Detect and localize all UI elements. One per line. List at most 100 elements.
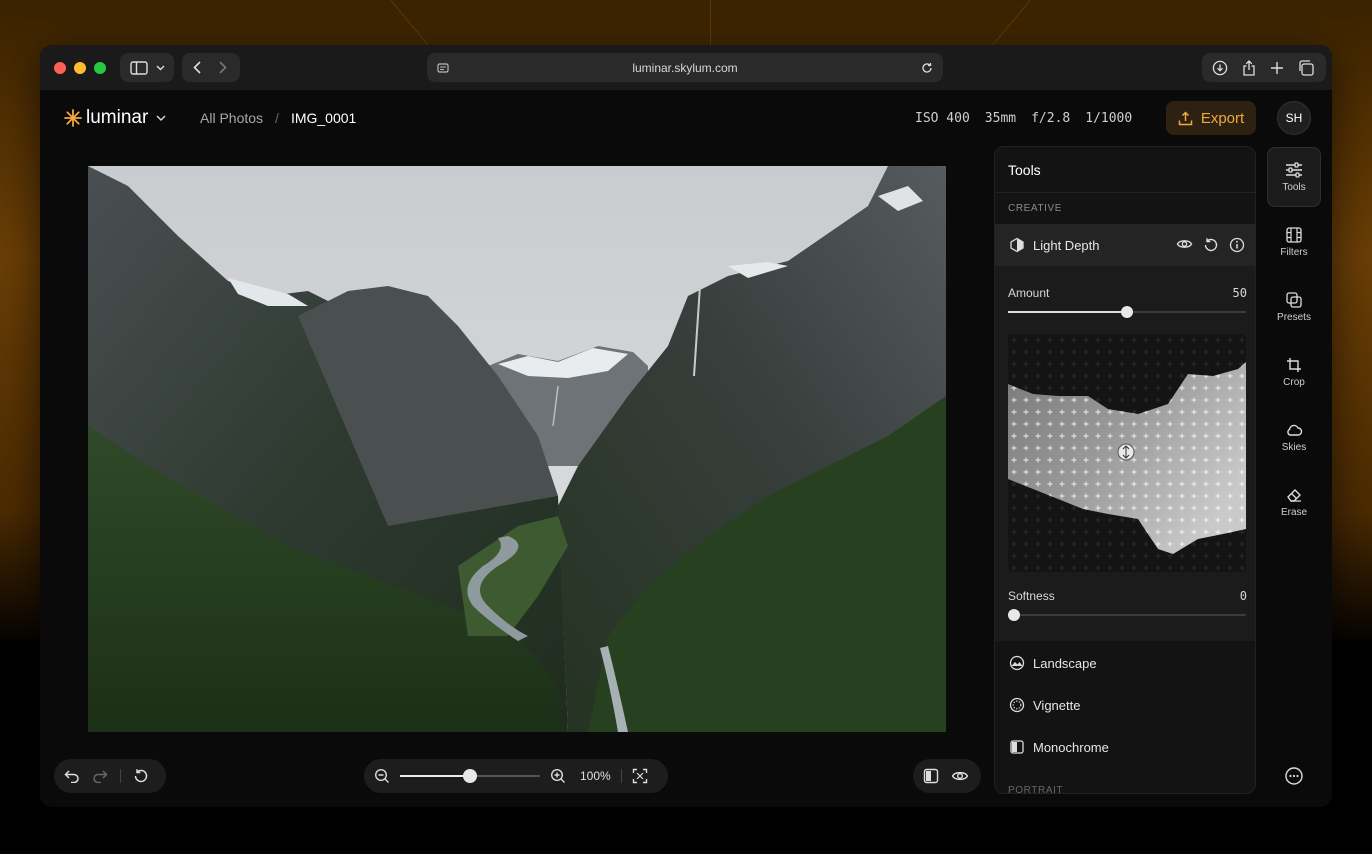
history-nav (182, 53, 240, 82)
address-bar[interactable]: luminar.skylum.com (427, 53, 943, 82)
chevron-down-icon (156, 65, 165, 70)
back-icon[interactable] (193, 61, 201, 74)
sidebar-toggle-button[interactable] (120, 53, 174, 82)
tool-actions (1176, 237, 1245, 253)
toolbar-divider (120, 769, 121, 783)
softness-slider[interactable] (1008, 609, 1246, 621)
breadcrumb-all-photos[interactable]: All Photos (200, 110, 263, 126)
cloud-icon (1287, 424, 1303, 436)
softness-slider-handle[interactable] (1008, 609, 1020, 621)
zoom-in-icon[interactable] (550, 768, 566, 784)
view-toolbar (913, 759, 981, 793)
luminar-logo[interactable]: luminar (64, 107, 166, 129)
rail-label: Crop (1283, 376, 1305, 388)
rail-label: Skies (1281, 441, 1307, 453)
breadcrumb: All Photos / IMG_0001 (200, 110, 356, 126)
depth-map-preview[interactable] (1008, 334, 1246, 572)
sidebar-icon (130, 60, 148, 75)
tool-label: Monochrome (1033, 739, 1109, 755)
amount-slider-handle[interactable] (1121, 306, 1133, 318)
amount-slider[interactable] (1008, 306, 1246, 318)
crop-icon (1287, 357, 1301, 372)
zoom-toolbar: 100% (364, 759, 668, 793)
exif-aperture: f/2.8 (1031, 111, 1071, 126)
exif-focal-length: 35mm (984, 111, 1017, 126)
info-icon[interactable] (1229, 237, 1245, 253)
redo-icon[interactable] (92, 769, 108, 783)
tool-light-depth[interactable]: Light Depth (995, 224, 1255, 266)
more-options-icon[interactable] (1284, 766, 1304, 786)
light-depth-icon (1010, 237, 1024, 253)
zoom-out-icon[interactable] (374, 768, 390, 784)
share-icon[interactable] (1242, 59, 1256, 76)
url-text: luminar.skylum.com (632, 60, 738, 75)
presets-icon (1286, 291, 1302, 308)
amount-label: Amount (1008, 286, 1050, 300)
sun-logo-icon (64, 109, 82, 127)
chevron-down-icon (156, 115, 166, 121)
export-label: Export (1200, 109, 1245, 127)
tool-monochrome[interactable]: Monochrome (995, 726, 1255, 768)
softness-value: 0 (1239, 589, 1247, 603)
rail-filters[interactable]: Filters (1267, 212, 1321, 272)
amount-slider-fill (1008, 311, 1127, 313)
browser-window: luminar.skylum.com luminar All Photos / … (40, 45, 1332, 807)
tool-label: Light Depth (1033, 237, 1100, 253)
film-icon (1286, 226, 1302, 243)
sliders-icon (1286, 161, 1302, 178)
visibility-eye-icon[interactable] (1176, 237, 1193, 251)
download-icon[interactable] (1212, 60, 1228, 76)
rail-label: Filters (1280, 246, 1308, 258)
page-icon (437, 62, 449, 73)
forward-icon[interactable] (219, 61, 227, 74)
minimize-window-button[interactable] (74, 62, 86, 74)
tool-landscape[interactable]: Landscape (995, 642, 1255, 684)
breadcrumb-separator: / (275, 110, 279, 126)
rail-presets[interactable]: Presets (1267, 277, 1321, 337)
close-window-button[interactable] (54, 62, 66, 74)
tool-label: Landscape (1033, 655, 1097, 671)
zoom-slider-fill (400, 775, 470, 777)
zoom-slider[interactable] (400, 769, 540, 783)
eraser-icon (1287, 488, 1301, 502)
monochrome-icon (1010, 740, 1024, 754)
compare-icon[interactable] (923, 768, 939, 784)
browser-toolbar: luminar.skylum.com (40, 45, 1332, 90)
reload-icon[interactable] (921, 62, 933, 74)
zoom-slider-handle[interactable] (463, 769, 477, 783)
avatar[interactable]: SH (1277, 101, 1311, 135)
tool-label: Vignette (1033, 697, 1081, 713)
rail-erase[interactable]: Erase (1267, 472, 1321, 532)
panel-divider (995, 192, 1255, 193)
tabs-overview-icon[interactable] (1298, 59, 1314, 76)
exif-iso: ISO 400 (915, 111, 970, 126)
rail-tools[interactable]: Tools (1267, 147, 1321, 207)
depth-map-graphic (1008, 334, 1246, 572)
maximize-window-button[interactable] (94, 62, 106, 74)
history-toolbar (54, 759, 166, 793)
preview-eye-icon[interactable] (951, 769, 969, 783)
export-button[interactable]: Export (1166, 101, 1256, 135)
rail-label: Erase (1280, 506, 1308, 518)
fit-screen-icon[interactable] (632, 768, 648, 784)
rail-label: Tools (1282, 181, 1306, 193)
reset-icon[interactable] (133, 768, 149, 784)
logo-text: luminar (86, 107, 149, 128)
new-tab-icon[interactable] (1270, 61, 1284, 75)
rail-crop[interactable]: Crop (1267, 342, 1321, 402)
tools-panel: Tools CREATIVE Light Depth Amount 50 Sof… (994, 146, 1256, 794)
undo-icon[interactable] (64, 769, 80, 783)
vignette-icon (1009, 697, 1025, 713)
amount-value: 50 (1232, 286, 1247, 300)
toolbar-divider (620, 769, 622, 783)
light-depth-settings: Amount 50 Softness 0 (995, 266, 1255, 641)
reset-tool-icon[interactable] (1203, 237, 1219, 253)
rail-skies[interactable]: Skies (1267, 407, 1321, 467)
section-portrait: PORTRAIT (1008, 785, 1064, 794)
landscape-photo (88, 166, 946, 732)
rail-label: Presets (1277, 311, 1311, 323)
tool-vignette[interactable]: Vignette (995, 684, 1255, 726)
section-creative: CREATIVE (1008, 203, 1063, 214)
landscape-icon (1009, 655, 1025, 671)
photo-canvas[interactable] (88, 166, 946, 732)
